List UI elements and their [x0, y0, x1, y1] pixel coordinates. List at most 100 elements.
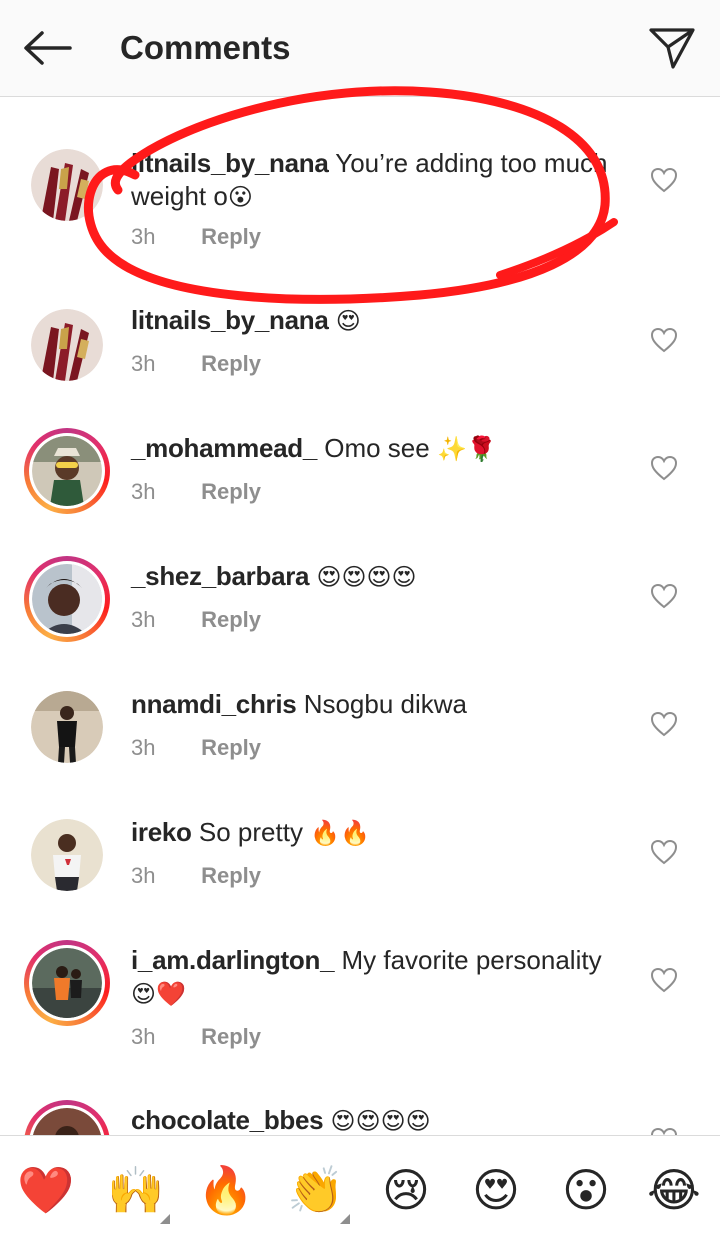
comment-timestamp: 3h — [131, 863, 156, 888]
comment-list[interactable]: litnails_by_nana You’re adding too much … — [0, 97, 720, 1135]
avatar — [29, 945, 105, 1021]
comment-text: litnails_by_nana 😍 — [131, 304, 631, 338]
comment-emoji: 🔥🔥 — [310, 819, 370, 847]
reply-button[interactable]: Reply — [201, 479, 261, 504]
emoji-quick-bar: ❤️ 🙌 🔥 👏 😢 😍 😮 😂 — [0, 1135, 720, 1247]
avatar-story-ring[interactable] — [24, 556, 110, 642]
emoji-laughing-button[interactable]: 😂 — [642, 1158, 706, 1222]
heart-outline-icon[interactable] — [650, 711, 678, 737]
comment-text: litnails_by_nana You’re adding too much … — [131, 147, 631, 214]
surprised-face-emoji-icon: 😮 — [562, 1163, 610, 1217]
heart-outline-icon[interactable] — [650, 967, 678, 993]
avatar[interactable] — [29, 689, 105, 765]
heart-outline-icon[interactable] — [650, 1127, 678, 1135]
heart-outline-icon[interactable] — [650, 327, 678, 353]
reply-button[interactable]: Reply — [201, 863, 261, 888]
comment-meta: 3h Reply — [131, 1023, 261, 1051]
comment-text: nnamdi_chris Nsogbu dikwa — [131, 688, 631, 721]
share-button[interactable] — [646, 24, 698, 72]
avatar[interactable] — [29, 147, 105, 223]
comment-body: My favorite personality — [341, 945, 602, 975]
laughing-face-emoji-icon: 😂 — [647, 1163, 701, 1217]
avatar-story-ring[interactable] — [24, 428, 110, 514]
heart-outline-icon[interactable] — [650, 583, 678, 609]
heart-eyes-emoji-icon: 😍 — [472, 1163, 520, 1217]
comment-text: ireko So pretty 🔥🔥 — [131, 816, 631, 850]
raised-hands-emoji-icon: 🙌 — [107, 1163, 165, 1217]
skin-tone-indicator-icon — [340, 1214, 350, 1224]
comment-emoji: ✨🌹 — [436, 435, 497, 463]
arrow-left-icon — [24, 31, 72, 65]
avatar[interactable] — [29, 817, 105, 893]
comment-body: Nsogbu dikwa — [303, 689, 467, 719]
crying-face-emoji-icon: 😢 — [382, 1163, 430, 1217]
comment-timestamp: 3h — [131, 351, 156, 376]
comment-username[interactable]: _mohammead_ — [131, 433, 317, 463]
comment-body: Omo see — [324, 433, 430, 463]
comment-username[interactable]: ireko — [131, 817, 192, 847]
avatar-image — [32, 436, 102, 506]
avatar-story-ring[interactable] — [24, 940, 110, 1026]
page-title: Comments — [120, 29, 291, 66]
skin-tone-indicator-icon — [160, 1214, 170, 1224]
avatar-image — [31, 309, 103, 381]
reply-button[interactable]: Reply — [201, 735, 261, 760]
back-button[interactable] — [20, 26, 74, 70]
comment-username[interactable]: litnails_by_nana — [131, 305, 329, 335]
heart-emoji-icon: ❤️ — [17, 1163, 75, 1217]
emoji-fire-button[interactable]: 🔥 — [194, 1158, 258, 1222]
reply-button[interactable]: Reply — [201, 224, 261, 249]
avatar-image — [31, 819, 103, 891]
comment-timestamp: 3h — [131, 479, 156, 504]
avatar[interactable] — [29, 307, 105, 383]
comment-meta: 3h Reply — [131, 350, 261, 378]
emoji-clap-button[interactable]: 👏 — [284, 1158, 350, 1224]
emoji-crying-button[interactable]: 😢 — [374, 1158, 438, 1222]
comment-timestamp: 3h — [131, 607, 156, 632]
comment-meta: 3h Reply — [131, 606, 261, 634]
avatar-image — [32, 564, 102, 634]
comment-meta: 3h Reply — [131, 478, 261, 506]
reply-button[interactable]: Reply — [201, 607, 261, 632]
emoji-heart-button[interactable]: ❤️ — [14, 1158, 78, 1222]
avatar-story-ring[interactable] — [24, 1100, 110, 1135]
emoji-surprised-button[interactable]: 😮 — [554, 1158, 618, 1222]
avatar-image — [32, 948, 102, 1018]
comment-text: i_am.darlington_ My favorite personality… — [131, 944, 631, 1011]
comment-username[interactable]: litnails_by_nana — [131, 148, 329, 178]
reply-button[interactable]: Reply — [201, 351, 261, 376]
comment-emoji: 😍 — [335, 307, 361, 335]
comment-username[interactable]: _shez_barbara — [131, 561, 310, 591]
heart-outline-icon[interactable] — [650, 167, 678, 193]
fire-emoji-icon: 🔥 — [197, 1163, 255, 1217]
avatar-image — [32, 1108, 102, 1135]
comment-emoji: 😍😍😍😍 — [316, 563, 417, 591]
heart-outline-icon[interactable] — [650, 839, 678, 865]
avatar — [29, 1105, 105, 1135]
comment-meta: 3h Reply — [131, 223, 261, 251]
reply-button[interactable]: Reply — [201, 1024, 261, 1049]
comment-emoji: 😮 — [227, 183, 253, 211]
avatar — [29, 561, 105, 637]
comment-emoji: 😍❤️ — [131, 980, 186, 1008]
avatar-image — [31, 691, 103, 763]
emoji-heart-eyes-button[interactable]: 😍 — [464, 1158, 528, 1222]
comment-username[interactable]: nnamdi_chris — [131, 689, 297, 719]
top-app-bar: Comments — [0, 0, 720, 97]
comment-text: _mohammead_ Omo see ✨🌹 — [131, 432, 631, 466]
comment-body: So pretty — [198, 817, 303, 847]
comment-timestamp: 3h — [131, 224, 156, 249]
comment-username[interactable]: i_am.darlington_ — [131, 945, 335, 975]
emoji-raised-hands-button[interactable]: 🙌 — [104, 1158, 170, 1224]
comment-emoji: 😍😍😍😍 — [330, 1107, 431, 1135]
paper-plane-icon — [649, 28, 695, 69]
comment-username[interactable]: chocolate_bbes — [131, 1105, 324, 1135]
comment-timestamp: 3h — [131, 735, 156, 760]
avatar-image — [31, 149, 103, 221]
comment-meta: 3h Reply — [131, 862, 261, 890]
comment-text: chocolate_bbes 😍😍😍😍 — [131, 1104, 631, 1135]
clap-emoji-icon: 👏 — [287, 1163, 345, 1217]
comment-meta: 3h Reply — [131, 734, 261, 762]
heart-outline-icon[interactable] — [650, 455, 678, 481]
comment-timestamp: 3h — [131, 1024, 156, 1049]
